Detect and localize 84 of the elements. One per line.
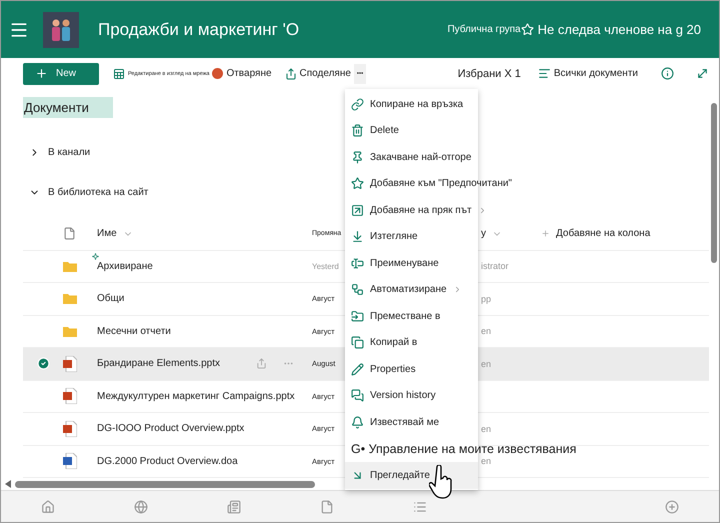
open-button[interactable]: Отваряне <box>223 64 275 84</box>
follow-status: Не следва членове на g 20 <box>538 22 701 37</box>
shortcut-icon <box>351 204 364 217</box>
globe-icon[interactable] <box>134 500 148 514</box>
file-icon[interactable] <box>320 500 334 514</box>
modified-by: en <box>481 326 492 336</box>
powerpoint-file-icon <box>63 356 77 372</box>
share-button[interactable]: Споделяне <box>296 64 354 84</box>
new-button[interactable]: New <box>23 62 99 84</box>
menu-item[interactable]: Копирай в <box>345 330 478 356</box>
menu-item[interactable]: Прегледайте <box>345 462 478 488</box>
plus-icon <box>35 67 48 80</box>
view-selector[interactable]: Всички документи <box>550 64 641 84</box>
selected-count[interactable]: Избрани X 1 <box>454 64 524 84</box>
file-name[interactable]: Общи <box>97 293 124 304</box>
list-icon[interactable] <box>413 500 428 514</box>
scroll-left-icon[interactable] <box>5 480 11 488</box>
modified-by: en <box>481 424 492 434</box>
grid-icon <box>113 68 125 80</box>
word-file-icon <box>63 453 77 470</box>
plus-icon <box>541 229 550 238</box>
info-icon[interactable] <box>661 67 674 80</box>
modified-by: en <box>481 358 492 369</box>
powerpoint-icon <box>212 68 224 79</box>
menu-item[interactable]: Копиране на връзка <box>345 91 478 118</box>
file-type-icon <box>63 227 76 240</box>
pin-icon <box>351 150 364 164</box>
powerpoint-file-icon <box>63 388 77 404</box>
modified-by: istrator <box>481 261 509 272</box>
menu-item[interactable]: Изтегляне <box>345 224 478 250</box>
section-toggle[interactable]: В канали <box>23 132 96 172</box>
list-view-icon <box>538 67 551 80</box>
menu-item[interactable]: Известявай ме <box>345 409 478 436</box>
powerpoint-file-icon <box>63 420 77 437</box>
menu-item[interactable]: G• Управление на моите известявания <box>345 442 580 456</box>
trash-icon <box>351 124 364 138</box>
star-icon <box>351 177 364 190</box>
file-name[interactable]: Месечни отчети <box>97 326 171 337</box>
file-name[interactable]: DG.2000 Product Overview.doa <box>97 456 238 467</box>
menu-item[interactable]: Преместване в <box>345 303 478 330</box>
menu-item[interactable]: Автоматизиране <box>345 276 478 303</box>
news-icon[interactable] <box>226 500 241 514</box>
file-name[interactable]: Архивиране <box>97 260 153 272</box>
file-name[interactable]: DG-IOOO Product Overview.pptx <box>97 423 244 434</box>
column-header[interactable]: y <box>481 228 486 240</box>
modified-by: pp <box>481 294 492 304</box>
menu-item[interactable]: Добавяне на пряк път <box>345 197 491 224</box>
add-column-button[interactable]: Добавяне на колона <box>556 228 650 240</box>
group-type-label: Публична група <box>447 24 521 35</box>
download-icon <box>351 230 364 244</box>
home-icon[interactable] <box>40 500 55 514</box>
folder-icon <box>63 326 77 337</box>
file-name[interactable]: Брандиране Elements.pptx <box>97 358 220 370</box>
rename-icon <box>351 256 364 270</box>
menu-item[interactable]: Добавяне към "Предпочитани" <box>345 170 516 197</box>
column-header[interactable]: Име <box>97 228 117 240</box>
menu-item[interactable]: Delete <box>345 118 478 144</box>
site-title: Продажби и маркетинг 'О <box>98 20 300 40</box>
expand-icon[interactable] <box>696 67 709 80</box>
selected-check-icon[interactable] <box>36 357 50 370</box>
menu-item[interactable]: Закачване най-отгоре <box>345 144 478 170</box>
horizontal-scrollbar[interactable] <box>15 480 315 488</box>
library-title: Документи <box>23 97 113 118</box>
modified-by: en <box>481 456 492 466</box>
copy-icon <box>351 336 364 350</box>
vertical-scrollbar[interactable] <box>711 103 717 263</box>
link-icon <box>351 98 364 111</box>
share-icon[interactable] <box>256 358 267 370</box>
menu-item[interactable]: Преименуване <box>345 250 478 276</box>
menu-item[interactable]: Properties <box>345 356 478 382</box>
star-icon[interactable] <box>520 23 534 36</box>
section-toggle[interactable]: В библиотека на сайт <box>23 172 154 212</box>
folder-icon <box>63 293 77 304</box>
folder-icon <box>63 260 77 272</box>
folder-move-icon <box>351 310 364 323</box>
group-logo-icon <box>43 12 79 48</box>
flow-icon <box>351 283 364 296</box>
bell-icon <box>351 416 364 429</box>
add-icon[interactable] <box>665 500 680 514</box>
file-name[interactable]: Междукултурен маркетинг Campaigns.pptx <box>97 390 295 402</box>
modified-date: Yesterd <box>312 262 339 271</box>
pencil-icon <box>351 362 364 376</box>
share-icon <box>284 68 297 80</box>
menu-item[interactable]: Version history <box>345 382 478 409</box>
